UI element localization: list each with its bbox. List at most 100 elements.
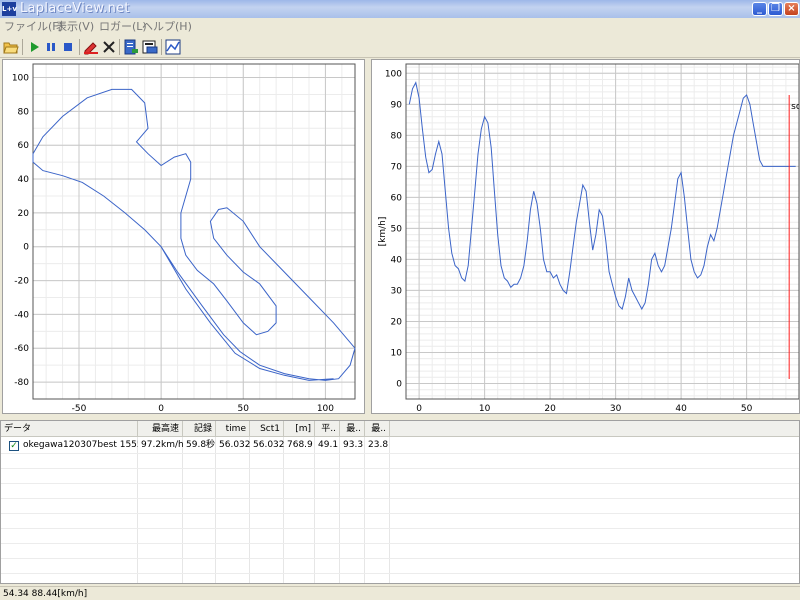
toolbar-separator xyxy=(119,39,120,55)
toolbar-separator xyxy=(161,39,162,55)
sector-marker-label: sct xyxy=(791,102,799,112)
cell-min: 23.8 xyxy=(368,440,389,450)
grid-line xyxy=(249,437,250,583)
grid-line xyxy=(1,483,799,484)
toolbar xyxy=(0,36,800,58)
grid-line xyxy=(1,558,799,559)
x-tick-label: 100 xyxy=(317,404,334,413)
maximize-button[interactable]: ❐ xyxy=(768,2,783,16)
speed-chart[interactable]: 0 10 20 30 40 501009080706050403020100[km/h]s… xyxy=(372,60,800,414)
x-tick-label: 30 xyxy=(610,404,622,413)
y-tick-label: -60 xyxy=(14,344,29,354)
x-tick-label: 0 xyxy=(158,404,164,413)
status-text: 54.34 88.44[km/h] xyxy=(3,589,88,599)
status-bar: 54.34 88.44[km/h] xyxy=(0,586,800,600)
chart-icon[interactable] xyxy=(165,39,181,55)
import-icon[interactable] xyxy=(142,39,158,55)
grid-line xyxy=(1,453,799,454)
pen-icon[interactable] xyxy=(83,39,99,55)
toolbar-separator xyxy=(79,39,80,55)
grid-line xyxy=(1,513,799,514)
x-tick-label: 40 xyxy=(675,404,687,413)
application-window: L+v LaplaceView.net _ ❐ × ファイル(F) 表示(V) … xyxy=(0,0,800,600)
col-header-max[interactable]: 最.. xyxy=(340,421,365,437)
y-tick-label: 0 xyxy=(396,379,402,389)
menu-view[interactable]: 表示(V) xyxy=(56,20,94,34)
delete-icon[interactable] xyxy=(101,39,117,55)
col-header-record[interactable]: 記録 xyxy=(183,421,216,437)
grid-line xyxy=(283,437,284,583)
x-tick-label: 10 xyxy=(479,404,491,413)
x-tick-label: 50 xyxy=(238,404,250,413)
grid-line xyxy=(1,528,799,529)
cell-distance: 768.9 xyxy=(287,440,313,450)
y-tick-label: -20 xyxy=(14,277,29,287)
speed-plot[interactable]: 0 10 20 30 40 50 100 90 80 70 60 50 40 30 20 10 0 [km/h] s… xyxy=(371,59,800,414)
y-tick-label: 70 xyxy=(391,162,403,172)
y-axis-label: [km/h] xyxy=(378,217,388,247)
x-tick-label: 0 xyxy=(416,404,422,413)
stop-icon[interactable] xyxy=(60,39,76,55)
close-button[interactable]: × xyxy=(784,2,799,16)
cell-record: 59.8秒 xyxy=(186,440,216,450)
col-header-average[interactable]: 平.. xyxy=(315,421,340,437)
col-header-sct1[interactable]: Sct1 xyxy=(250,421,284,437)
y-tick-label: 0 xyxy=(23,243,29,253)
table-header: データ 最高速 記録 time Sct1 [m] 平.. 最.. 最.. xyxy=(1,421,799,437)
play-icon[interactable] xyxy=(26,39,42,55)
track-map-chart[interactable]: -50 0 50 100 100 80 60 40 20 0 -20 -40 -60 -80 xyxy=(3,60,364,414)
export-icon[interactable] xyxy=(123,39,139,55)
cell-top-speed: 97.2km/h xyxy=(141,440,183,450)
grid-line xyxy=(1,468,799,469)
cell-data-name[interactable]: okegawa120307best 155551 xyxy=(20,438,138,453)
x-tick-label: 20 xyxy=(544,404,556,413)
row-checkbox[interactable]: ✓ xyxy=(9,441,19,451)
y-tick-label: 20 xyxy=(18,209,30,219)
minimize-button[interactable]: _ xyxy=(752,2,767,16)
grid-line xyxy=(339,437,340,583)
y-tick-label: 10 xyxy=(391,348,403,358)
cell-time: 56.032 xyxy=(219,440,250,450)
y-tick-label: 40 xyxy=(18,175,30,185)
grid-line xyxy=(1,498,799,499)
x-tick-label: 50 xyxy=(741,404,753,413)
cell-sct1: 56.032 xyxy=(253,440,284,450)
cell-average: 49.1 xyxy=(318,440,339,450)
grid-line xyxy=(137,437,138,583)
y-tick-label: -40 xyxy=(14,310,29,320)
col-header-top-speed[interactable]: 最高速 xyxy=(138,421,183,437)
grid-line xyxy=(389,437,390,583)
window-title: LaplaceView.net xyxy=(20,1,130,16)
grid-line xyxy=(1,543,799,544)
col-header-time[interactable]: time xyxy=(216,421,250,437)
y-tick-label: 100 xyxy=(12,74,29,84)
col-header-min[interactable]: 最.. xyxy=(365,421,390,437)
y-tick-label: 80 xyxy=(391,131,403,141)
pause-icon[interactable] xyxy=(43,39,59,55)
grid-line xyxy=(364,437,365,583)
grid-line xyxy=(215,437,216,583)
toolbar-separator xyxy=(22,39,23,55)
col-header-distance[interactable]: [m] xyxy=(284,421,315,437)
col-header-data[interactable]: データ xyxy=(1,421,138,437)
lap-data-table[interactable]: データ 最高速 記録 time Sct1 [m] 平.. 最.. 最.. ✓ o… xyxy=(0,420,800,584)
cell-max: 93.3 xyxy=(343,440,364,450)
menu-help[interactable]: ヘルプ(H) xyxy=(142,20,192,34)
open-folder-icon[interactable] xyxy=(3,39,19,55)
menu-logger[interactable]: ロガー(L) xyxy=(99,20,147,34)
y-tick-label: 80 xyxy=(18,107,30,117)
grid-line xyxy=(1,573,799,574)
grid-line xyxy=(182,437,183,583)
grid-line xyxy=(314,437,315,583)
y-tick-label: 50 xyxy=(391,224,403,234)
menu-bar: ファイル(F) 表示(V) ロガー(L) ヘルプ(H) xyxy=(0,18,800,36)
menu-file[interactable]: ファイル(F) xyxy=(4,20,63,34)
x-tick-label: -50 xyxy=(72,404,87,413)
y-tick-label: -80 xyxy=(14,378,29,388)
y-tick-label: 60 xyxy=(391,193,403,203)
app-icon: L+v xyxy=(2,2,17,16)
y-tick-label: 60 xyxy=(18,141,30,151)
track-map-plot[interactable]: -50 0 50 100 100 80 60 40 20 0 -20 -40 -60 -80 xyxy=(2,59,365,414)
y-tick-label: 20 xyxy=(391,317,403,327)
title-bar[interactable]: L+v LaplaceView.net _ ❐ × xyxy=(0,0,800,18)
